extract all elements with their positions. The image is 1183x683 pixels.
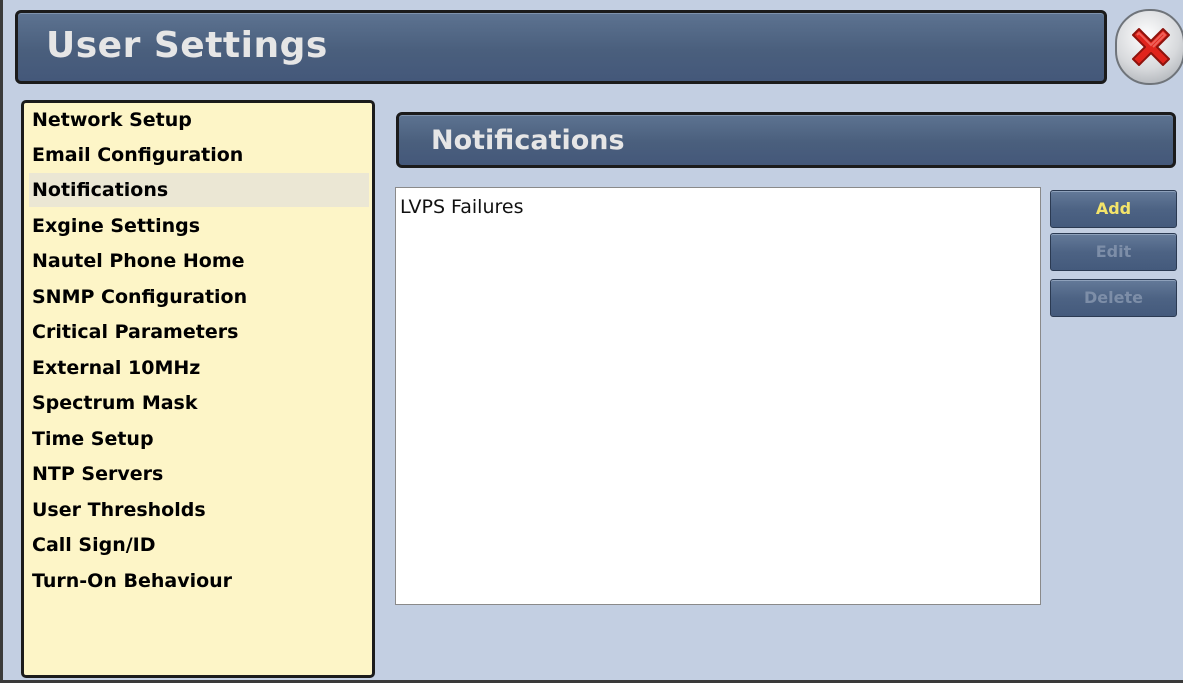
sidebar-item-ntp-servers[interactable]: NTP Servers <box>29 457 369 491</box>
sidebar-item-spectrum-mask[interactable]: Spectrum Mask <box>29 386 369 420</box>
sidebar-item-nautel-phone-home[interactable]: Nautel Phone Home <box>29 244 369 278</box>
sidebar-item-notifications[interactable]: Notifications <box>29 173 369 207</box>
add-button[interactable]: Add <box>1050 190 1177 228</box>
section-title: Notifications <box>431 125 625 156</box>
sidebar-item-call-sign-id[interactable]: Call Sign/ID <box>29 528 369 562</box>
sidebar-item-exgine-settings[interactable]: Exgine Settings <box>29 209 369 243</box>
sidebar-item-critical-parameters[interactable]: Critical Parameters <box>29 315 369 349</box>
sidebar-item-turn-on-behaviour[interactable]: Turn-On Behaviour <box>29 564 369 598</box>
delete-button[interactable]: Delete <box>1050 279 1177 317</box>
sidebar-item-snmp-configuration[interactable]: SNMP Configuration <box>29 280 369 314</box>
section-header: Notifications <box>396 112 1176 168</box>
close-x-icon <box>1132 28 1170 66</box>
sidebar-item-external-10mhz[interactable]: External 10MHz <box>29 351 369 385</box>
list-item[interactable]: LVPS Failures <box>400 191 1036 223</box>
edit-button[interactable]: Edit <box>1050 233 1177 271</box>
notifications-list[interactable]: LVPS Failures <box>395 187 1041 605</box>
close-button[interactable] <box>1115 9 1183 85</box>
settings-sidebar: Network Setup Email Configuration Notifi… <box>21 100 375 678</box>
sidebar-item-user-thresholds[interactable]: User Thresholds <box>29 493 369 527</box>
sidebar-item-network-setup[interactable]: Network Setup <box>29 103 369 137</box>
title-bar: User Settings <box>15 10 1107 84</box>
sidebar-item-time-setup[interactable]: Time Setup <box>29 422 369 456</box>
window-frame: User Settings Network Setup Email Config… <box>0 0 1183 683</box>
window-title: User Settings <box>46 25 328 66</box>
sidebar-item-email-configuration[interactable]: Email Configuration <box>29 138 369 172</box>
